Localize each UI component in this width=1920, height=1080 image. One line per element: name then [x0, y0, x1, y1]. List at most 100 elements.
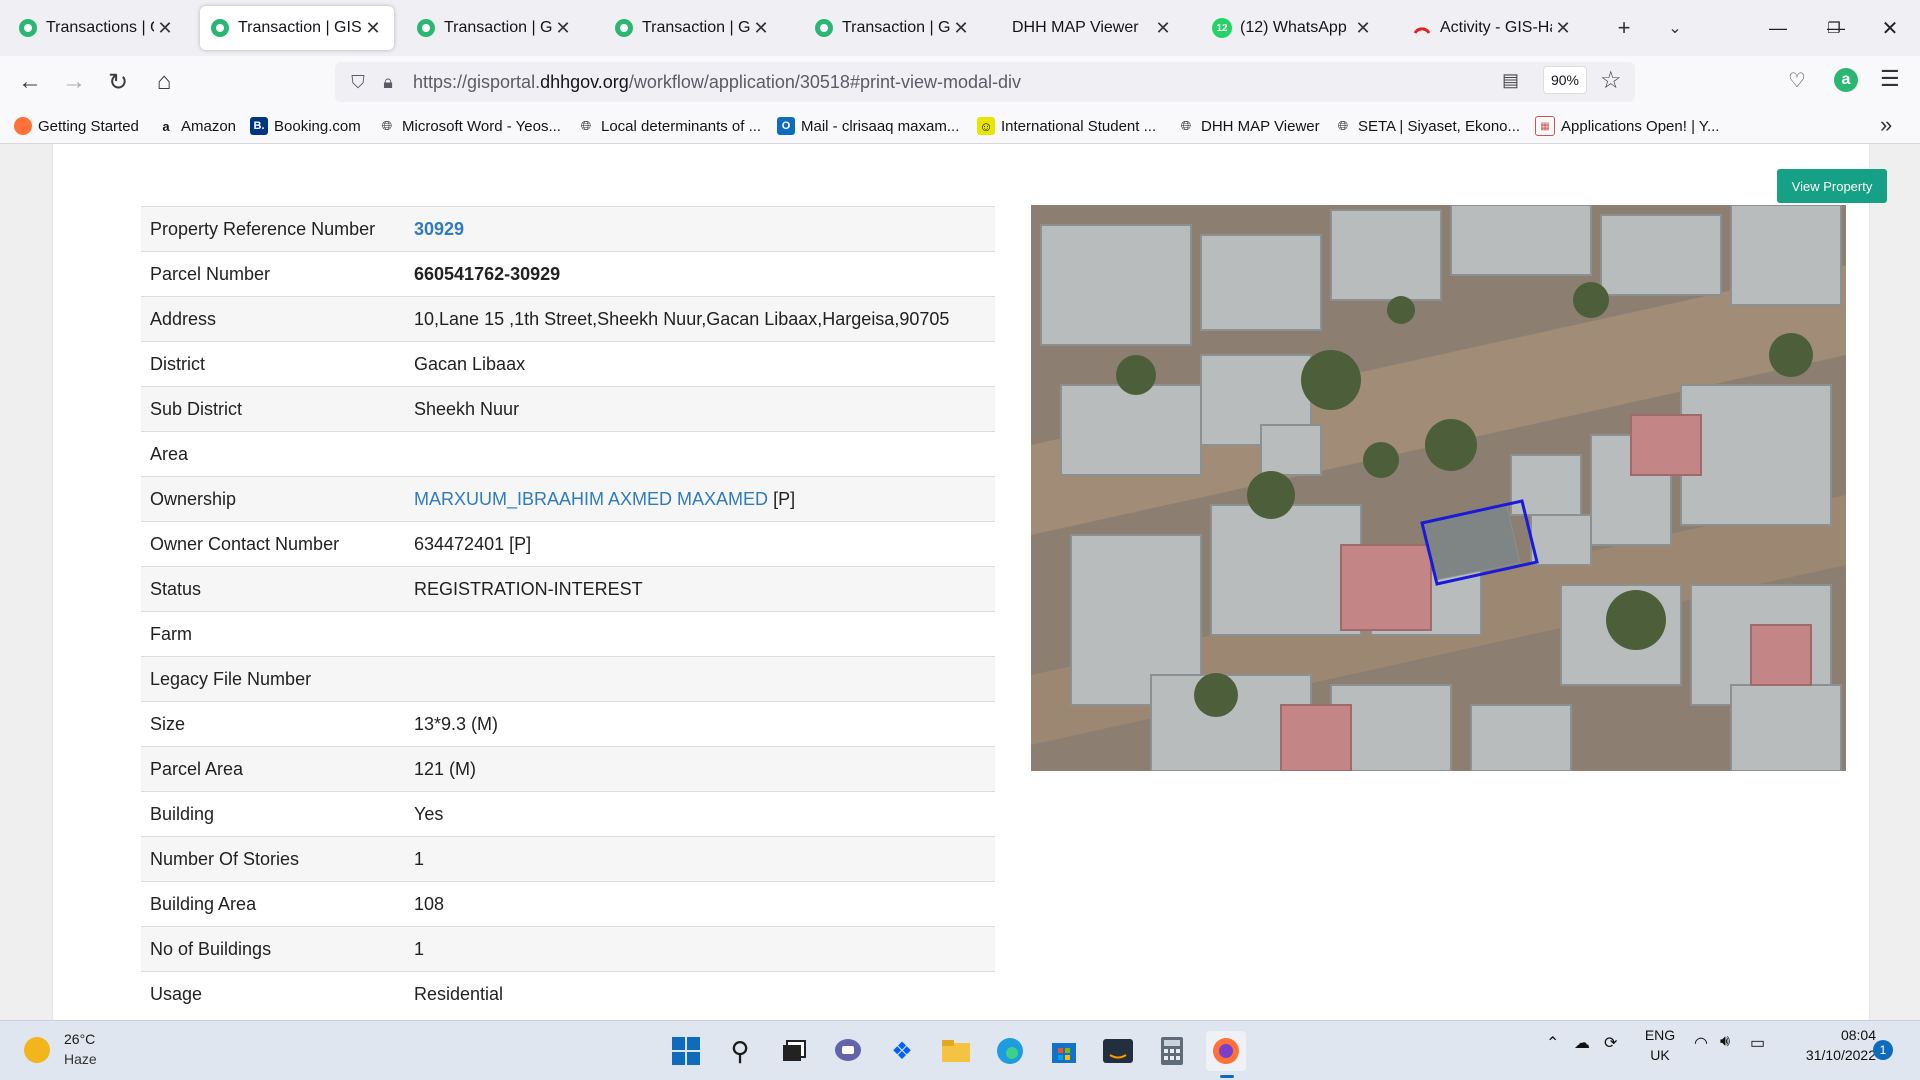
bookmark-amazon[interactable]: a Amazon	[157, 114, 236, 138]
more-bookmarks-chevron-icon[interactable]: »	[1880, 112, 1892, 138]
notification-badge[interactable]: 1	[1873, 1040, 1893, 1060]
account-avatar-icon[interactable]: a	[1834, 68, 1858, 92]
bookmark-booking[interactable]: B. Booking.com	[250, 114, 361, 138]
bookmark-star-icon[interactable]: ☆	[1600, 66, 1622, 95]
parcel-aerial-map[interactable]	[1031, 205, 1846, 771]
navigation-bar: ← → ↻ ⌂ ⛉ 🔒︎ https://gisportal. dhhgov.or…	[0, 56, 1920, 108]
tab-close-icon[interactable]: ✕	[552, 18, 574, 39]
tab-close-icon[interactable]: ✕	[362, 18, 384, 39]
bookmark-dhh-map-viewer[interactable]: 🌐︎ DHH MAP Viewer	[1177, 114, 1320, 138]
home-icon[interactable]: ⌂	[146, 64, 182, 100]
property-value-cell: 121 (M)	[405, 747, 995, 792]
zoom-level-button[interactable]: 90%	[1543, 66, 1587, 94]
property-value: Gacan Libaax	[414, 353, 526, 374]
tracking-shield-icon[interactable]: ⛉	[343, 72, 373, 93]
property-value-cell: 10,Lane 15 ,1th Street,Sheekh Nuur,Gacan…	[405, 297, 995, 342]
dropbox-icon[interactable]: ❖	[882, 1031, 922, 1071]
back-arrow-icon[interactable]: ←	[12, 64, 48, 100]
calculator-icon[interactable]	[1152, 1031, 1192, 1071]
bookmark-international-student[interactable]: ☺ International Student ...	[977, 114, 1156, 138]
edge-browser-icon[interactable]	[990, 1031, 1030, 1071]
network-sync-icon[interactable]: ⟳	[1604, 1033, 1617, 1053]
onedrive-cloud-icon[interactable]: ☁	[1574, 1033, 1590, 1053]
property-label: Parcel Area	[150, 758, 244, 779]
bookmark-label: Applications Open! | Y...	[1561, 117, 1720, 135]
tab-label: Transaction | GIS Po	[444, 19, 552, 36]
tab-dhh-map-viewer[interactable]: DHH MAP Viewer ✕	[1002, 6, 1184, 50]
property-value: Yes	[414, 803, 444, 824]
url-bar[interactable]: ⛉ 🔒︎ https://gisportal. dhhgov.org/workfl…	[335, 62, 1635, 102]
tab-close-icon[interactable]: ✕	[154, 18, 176, 39]
property-row: Building Yes	[141, 791, 995, 837]
tab-label: Transactions | GIS Po	[46, 19, 154, 36]
property-value: Residential	[414, 983, 504, 1004]
property-value[interactable]: MARXUUM_IBRAAHIM AXMED MAXAMED	[414, 489, 768, 509]
restore-window-icon[interactable]: ❐	[1806, 0, 1862, 56]
property-value[interactable]: 30929	[414, 219, 464, 239]
activity-favicon-icon	[1413, 27, 1431, 34]
gis-portal-favicon-icon	[615, 19, 633, 37]
view-property-button[interactable]: View Property	[1777, 169, 1887, 203]
globe-icon: 🌐︎	[381, 118, 393, 133]
tab-transaction-4[interactable]: Transaction | GIS Po ✕	[604, 6, 782, 50]
wifi-icon[interactable]: ◠	[1694, 1033, 1708, 1053]
teams-chat-icon[interactable]	[828, 1031, 868, 1071]
tab-transactions-1[interactable]: Transactions | GIS Po ✕	[8, 6, 186, 50]
bookmark-microsoft-word[interactable]: 🌐︎ Microsoft Word - Yeos...	[378, 114, 561, 138]
property-label: Status	[150, 578, 202, 599]
forward-arrow-icon[interactable]: →	[56, 64, 92, 100]
bookmark-local-determinants[interactable]: 🌐︎ Local determinants of ...	[577, 114, 761, 138]
minimize-window-icon[interactable]: —	[1750, 0, 1806, 56]
property-row: Address 10,Lane 15 ,1th Street,Sheekh Nuu…	[141, 296, 995, 342]
language-indicator[interactable]: ENG UK	[1640, 1027, 1680, 1063]
weather-widget[interactable]: 26°C Haze	[20, 1029, 130, 1073]
property-row: Sub District Sheekh Nuur	[141, 386, 995, 432]
tab-close-icon[interactable]: ✕	[750, 18, 772, 39]
property-value-cell: 1	[405, 927, 995, 972]
volume-icon[interactable]: 🔊︎	[1720, 1033, 1730, 1051]
gis-portal-favicon-icon	[417, 19, 435, 37]
file-explorer-icon[interactable]	[936, 1031, 976, 1071]
bookmark-getting-started[interactable]: Getting Started	[14, 114, 139, 138]
property-value-cell: Gacan Libaax	[405, 342, 995, 387]
tab-close-icon[interactable]: ✕	[1352, 18, 1374, 39]
lock-icon[interactable]: 🔒︎	[373, 72, 403, 93]
task-view-icon[interactable]	[774, 1031, 814, 1071]
bookmark-label: SETA | Siyaset, Ekono...	[1358, 117, 1521, 135]
bookmark-label: Booking.com	[274, 117, 361, 135]
tab-transaction-5[interactable]: Transaction | GIS Po ✕	[804, 6, 982, 50]
reload-icon[interactable]: ↻	[100, 64, 136, 100]
microsoft-store-icon[interactable]	[1044, 1031, 1084, 1071]
list-tabs-chevron-icon[interactable]: ⌄	[1655, 6, 1695, 50]
tab-close-icon[interactable]: ✕	[1552, 18, 1574, 39]
battery-icon[interactable]: ▭	[1750, 1033, 1765, 1053]
tab-transaction-active[interactable]: Transaction | GIS Po ✕	[200, 6, 394, 50]
close-window-icon[interactable]: ✕	[1862, 0, 1918, 56]
tab-transaction-3[interactable]: Transaction | GIS Po ✕	[406, 6, 584, 50]
tab-activity[interactable]: Activity - GIS-Harge ✕	[1402, 6, 1584, 50]
bookmark-seta[interactable]: 🌐︎ SETA | Siyaset, Ekono...	[1334, 114, 1520, 138]
amazon-app-icon[interactable]	[1098, 1031, 1138, 1071]
firefox-taskbar-icon[interactable]	[1206, 1031, 1246, 1071]
tab-close-icon[interactable]: ✕	[1152, 18, 1174, 39]
bookmark-label: Getting Started	[38, 117, 139, 135]
tab-close-icon[interactable]: ✕	[950, 18, 972, 39]
language-region: UK	[1650, 1047, 1670, 1063]
new-tab-plus-icon[interactable]: +	[1604, 6, 1644, 50]
tab-whatsapp[interactable]: 12 (12) WhatsApp ✕	[1202, 6, 1384, 50]
bookmark-mail[interactable]: O Mail - clrisaaq maxam...	[777, 114, 959, 138]
property-label: No of Buildings	[150, 938, 272, 959]
reader-view-icon[interactable]: ▤	[1502, 70, 1519, 91]
property-value: 13*9.3 (M)	[414, 713, 499, 734]
show-hidden-icons-chevron-icon[interactable]: ⌃	[1546, 1033, 1559, 1053]
property-label: Usage	[150, 983, 203, 1004]
pocket-icon[interactable]: ♡	[1788, 68, 1806, 93]
menu-hamburger-icon[interactable]: ☰	[1880, 66, 1900, 92]
clock[interactable]: 08:04 31/10/2022	[1790, 1027, 1876, 1063]
search-icon[interactable]: ⚲	[720, 1031, 760, 1071]
property-row: Property Reference Number 30929	[141, 206, 995, 252]
bookmark-applications-open[interactable]: ▦ Applications Open! | Y...	[1535, 114, 1719, 138]
tab-label: Transaction | GIS Po	[642, 19, 750, 36]
windows-start-icon[interactable]	[666, 1031, 706, 1071]
property-row: Parcel Area 121 (M)	[141, 746, 995, 792]
